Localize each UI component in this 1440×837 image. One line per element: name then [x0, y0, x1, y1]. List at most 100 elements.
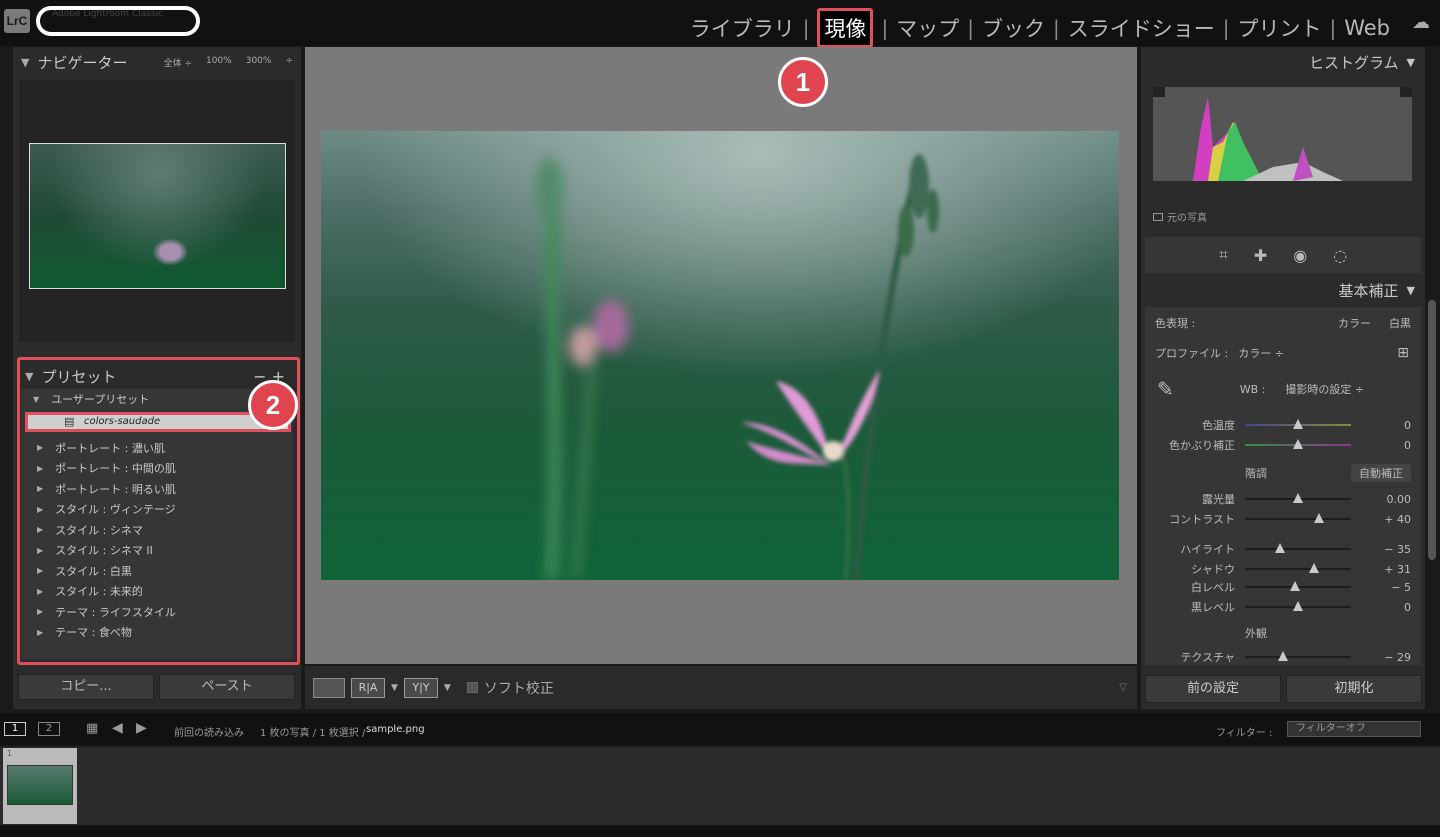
slider-value[interactable]: 0	[1404, 601, 1411, 614]
crop-icon[interactable]: ⌗	[1219, 245, 1228, 265]
slider-knob[interactable]	[1293, 419, 1303, 429]
slider-knob[interactable]	[1293, 601, 1303, 611]
slider-knob[interactable]	[1293, 439, 1303, 449]
module-library[interactable]: ライブラリ	[690, 13, 795, 43]
slider-value[interactable]: − 29	[1384, 651, 1411, 664]
wb-label: WB :	[1239, 382, 1266, 396]
chevron-down-icon[interactable]: ▼	[391, 683, 398, 693]
masking-icon[interactable]: ◌	[1333, 246, 1347, 265]
preset-group-label: ポートレート : 中間の肌	[55, 462, 176, 476]
slider-knob[interactable]	[1293, 493, 1303, 503]
histogram-header[interactable]: ヒストグラム ▼	[1141, 47, 1425, 77]
zoom-menu[interactable]: ÷	[285, 56, 293, 69]
histogram-curves	[1153, 87, 1412, 181]
before-after-yy-button[interactable]: Y|Y	[403, 677, 438, 698]
slider-value[interactable]: + 40	[1384, 513, 1411, 526]
slider-value[interactable]: 0	[1404, 439, 1411, 452]
slider-knob[interactable]	[1289, 581, 1300, 591]
preset-group[interactable]: ▶ スタイル : シネマ II	[21, 540, 293, 561]
navigator-header[interactable]: ▼ ナビゲーター 全体 ÷ 100% 300% ÷	[13, 47, 301, 77]
main-window-button[interactable]: 1	[4, 722, 26, 736]
histogram-title: ヒストグラム	[1308, 53, 1399, 72]
loupe-view-icon[interactable]	[313, 677, 345, 698]
slider-track[interactable]	[1245, 439, 1351, 449]
preset-group[interactable]: ▶ スタイル : シネマ	[21, 520, 293, 541]
auto-button[interactable]: 自動補正	[1351, 464, 1411, 482]
module-web[interactable]: Web	[1344, 16, 1390, 40]
soft-proof-checkbox[interactable]	[466, 682, 478, 693]
slider-track[interactable]	[1245, 419, 1351, 429]
shadow-clipping-icon[interactable]	[1153, 87, 1165, 97]
navigator-thumbnail[interactable]	[29, 143, 286, 289]
filmstrip-thumbnail[interactable]	[7, 765, 73, 805]
cloud-icon[interactable]: ☁	[1412, 12, 1430, 33]
zoom-100[interactable]: 100%	[206, 56, 232, 69]
preset-group[interactable]: ▶ テーマ : 食べ物	[21, 622, 293, 643]
basic-header[interactable]: 基本補正 ▼	[1141, 275, 1425, 305]
slider-value[interactable]: + 31	[1384, 563, 1411, 576]
healing-icon[interactable]: ✚	[1254, 246, 1267, 265]
treatment-color-button[interactable]: カラー	[1338, 315, 1371, 331]
preset-group[interactable]: ▶ スタイル : ヴィンテージ	[21, 499, 293, 520]
slider-track[interactable]	[1245, 543, 1351, 553]
slider-value[interactable]: 0	[1404, 419, 1411, 432]
profile-browser-icon[interactable]: ⊞	[1397, 345, 1409, 361]
profile-dropdown[interactable]: カラー ÷	[1238, 345, 1284, 361]
slider-value[interactable]: − 5	[1391, 581, 1411, 594]
slider-knob[interactable]	[1314, 513, 1325, 523]
right-scrollbar[interactable]	[1428, 300, 1436, 560]
module-develop[interactable]: 現像	[817, 8, 874, 48]
before-after-ra-button[interactable]: R|A	[351, 677, 385, 698]
wb-dropdown[interactable]: 撮影時の設定 ÷	[1285, 381, 1364, 397]
slider-track[interactable]	[1245, 651, 1351, 661]
slider-track[interactable]	[1245, 563, 1351, 573]
forward-arrow-icon[interactable]: ▶	[136, 720, 147, 736]
filename[interactable]: sample.png	[366, 724, 425, 735]
eyedropper-icon[interactable]: ✎	[1157, 377, 1174, 401]
module-map[interactable]: マップ	[896, 13, 959, 43]
module-slideshow[interactable]: スライドショー	[1068, 13, 1215, 43]
navigator-zoom-options: 全体 ÷ 100% 300% ÷	[164, 56, 293, 69]
module-book[interactable]: ブック	[982, 13, 1045, 43]
previous-settings-button[interactable]: 前の設定	[1145, 675, 1281, 703]
paste-button[interactable]: ペースト	[159, 674, 295, 700]
back-arrow-icon[interactable]: ◀	[112, 720, 123, 736]
zoom-300[interactable]: 300%	[246, 56, 272, 69]
highlight-clipping-icon[interactable]	[1400, 87, 1412, 97]
second-window-button[interactable]: 2	[38, 722, 60, 736]
preset-group[interactable]: ▶ ポートレート : 中間の肌	[21, 458, 293, 479]
zoom-fit[interactable]: 全体 ÷	[164, 56, 192, 69]
expand-triangle-icon: ▶	[37, 607, 44, 617]
source-label[interactable]: 前回の読み込み	[174, 724, 244, 739]
slider-value[interactable]: 0.00	[1387, 493, 1412, 506]
slider-track[interactable]	[1245, 513, 1351, 523]
filter-dropdown[interactable]: フィルターオフ	[1287, 721, 1421, 737]
red-eye-icon[interactable]: ◉	[1293, 246, 1307, 265]
toolbar-menu-icon[interactable]: ▽	[1119, 682, 1127, 693]
slider-knob[interactable]	[1308, 563, 1319, 573]
slider-track[interactable]	[1245, 493, 1351, 503]
grid-icon[interactable]: ▦	[86, 721, 98, 736]
slider-track[interactable]	[1245, 581, 1351, 591]
expand-triangle-icon: ▶	[37, 586, 44, 596]
copy-button[interactable]: コピー...	[18, 674, 154, 700]
tone-row: 階調 自動補正	[1145, 464, 1417, 482]
treatment-bw-button[interactable]: 白黒	[1389, 315, 1411, 331]
preset-group[interactable]: ▶ ポートレート : 明るい肌	[21, 479, 293, 500]
slider-row: 色温度 0	[1145, 417, 1417, 433]
reset-button[interactable]: 初期化	[1286, 675, 1422, 703]
histogram-graph[interactable]	[1153, 87, 1412, 181]
slider-track[interactable]	[1245, 601, 1351, 611]
chevron-down-icon[interactable]: ▼	[444, 683, 451, 693]
slider-knob[interactable]	[1274, 543, 1285, 553]
preset-group[interactable]: ▶ スタイル : 未来的	[21, 581, 293, 602]
main-photo[interactable]	[321, 131, 1119, 580]
preset-group[interactable]: ▶ スタイル : 白黒	[21, 561, 293, 582]
preset-group[interactable]: ▶ ポートレート : 濃い肌	[21, 438, 293, 459]
module-print[interactable]: プリント	[1237, 13, 1321, 43]
develop-toolbar: R|A ▼ Y|Y ▼ ソフト校正 ▽	[305, 666, 1137, 709]
slider-value[interactable]: − 35	[1384, 543, 1411, 556]
preset-group[interactable]: ▶ テーマ : ライフスタイル	[21, 602, 293, 623]
slider-knob[interactable]	[1278, 651, 1289, 661]
filmstrip-cell[interactable]: 1	[3, 748, 77, 824]
